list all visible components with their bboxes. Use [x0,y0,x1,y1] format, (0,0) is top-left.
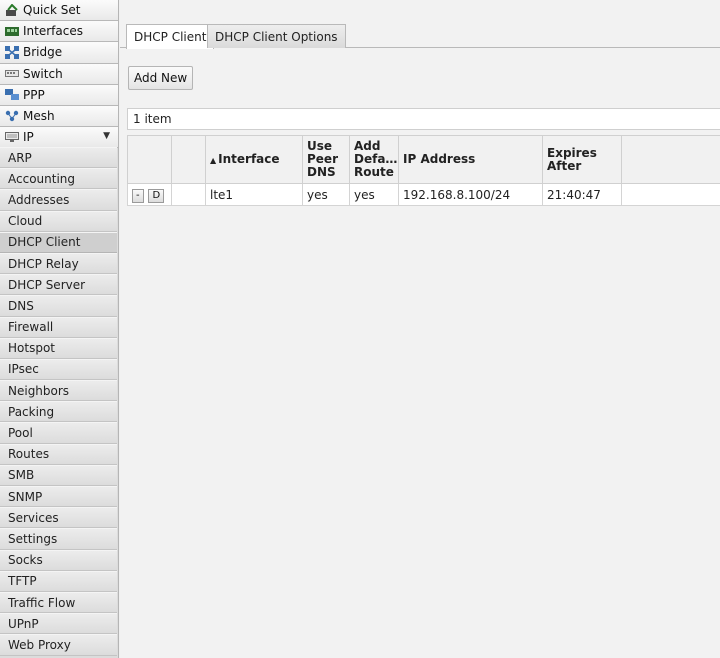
sidebar-item-traffic-flow[interactable]: Traffic Flow [0,591,117,614]
cell-filler [621,183,720,206]
column-header-add-default-route[interactable]: Add Defa… Route [349,135,399,184]
sidebar-item-mesh[interactable]: Mesh [0,105,118,128]
cell-ip-address: 192.168.8.100/24 [398,183,543,206]
sidebar-item-quick-set[interactable]: Quick Set [0,0,118,22]
sidebar-item-addresses[interactable]: Addresses [0,189,117,211]
chevron-down-icon[interactable]: ▼ [103,131,110,141]
cell-add-default-route: yes [349,183,399,206]
ppp-icon [4,88,19,101]
sidebar-item-label: Switch [23,66,63,81]
ip-submenu: ARP Accounting Addresses Cloud DHCP Clie… [0,147,117,656]
sidebar-item-label: Bridge [23,45,63,60]
item-count: 1 item [127,108,720,130]
sidebar-item-ip[interactable]: IP ▼ [0,127,118,149]
ip-icon [4,131,19,143]
sidebar-item-label: Mesh [23,109,55,124]
sidebar-item-smb[interactable]: SMB [0,464,117,486]
dhcp-client-table: ▲ Interface Use Peer DNS Add Defa… Route IP A… [127,135,720,206]
sort-ascending-icon: ▲ [210,155,217,165]
sidebar-item-services[interactable]: Services [0,507,117,529]
interfaces-icon [4,25,19,37]
mesh-icon [4,110,19,122]
column-header-interface[interactable]: ▲ Interface [205,135,303,184]
sidebar-item-ipsec[interactable]: IPsec [0,358,117,381]
dynamic-flag-button[interactable]: D [148,188,165,203]
tab-dhcp-client-options[interactable]: DHCP Client Options [207,24,346,48]
sidebar-item-dhcp-server[interactable]: DHCP Server [0,274,117,296]
sidebar-item-snmp[interactable]: SNMP [0,486,117,508]
sidebar-item-settings[interactable]: Settings [0,528,117,550]
row-flags-cell [171,183,206,206]
table-header-row: ▲ Interface Use Peer DNS Add Defa… Route IP A… [127,135,720,184]
column-header-filler [621,135,720,184]
main-panel: DHCP Client DHCP Client Options Add New … [120,0,720,658]
switch-icon [4,68,19,80]
sidebar-item-cloud[interactable]: Cloud [0,210,117,232]
sidebar: Quick Set Interfaces Bridge Switch PPP M… [0,0,119,658]
sidebar-item-label: Interfaces [23,24,83,39]
sidebar-item-neighbors[interactable]: Neighbors [0,380,117,402]
row-actions-cell: - D [127,183,172,206]
sidebar-item-dhcp-relay[interactable]: DHCP Relay [0,252,117,275]
sidebar-item-dns[interactable]: DNS [0,295,117,317]
sidebar-item-interfaces[interactable]: Interfaces [0,21,118,43]
sidebar-item-bridge[interactable]: Bridge [0,42,118,64]
sidebar-item-ppp[interactable]: PPP [0,84,118,106]
sidebar-item-label: PPP [23,87,45,102]
sidebar-item-firewall[interactable]: Firewall [0,316,117,338]
sidebar-item-accounting[interactable]: Accounting [0,168,117,190]
sidebar-item-web-proxy[interactable]: Web Proxy [0,634,117,656]
sidebar-item-socks[interactable]: Socks [0,549,117,571]
column-header-ip-address[interactable]: IP Address [398,135,543,184]
quick-set-icon [4,3,19,16]
table-row[interactable]: - D lte1 yes yes 192.168.8.100/24 21:40:… [127,183,720,206]
column-header-expires-after[interactable]: Expires After [542,135,622,184]
sidebar-item-label: IP [23,130,34,145]
remove-button[interactable]: - [132,188,144,203]
sidebar-item-hotspot[interactable]: Hotspot [0,337,117,359]
sidebar-item-pool[interactable]: Pool [0,422,117,444]
column-header-actions [127,135,172,184]
sidebar-item-label: Quick Set [23,3,81,18]
tab-dhcp-client[interactable]: DHCP Client [126,24,215,49]
column-header-flags [171,135,206,184]
tab-bar: DHCP Client DHCP Client Options [120,0,720,49]
cell-expires-after: 21:40:47 [542,183,622,206]
sidebar-item-tftp[interactable]: TFTP [0,570,117,592]
cell-interface: lte1 [205,183,303,206]
sidebar-item-packing[interactable]: Packing [0,401,117,423]
sidebar-item-routes[interactable]: Routes [0,443,117,465]
cell-use-peer-dns: yes [302,183,350,206]
sidebar-item-arp[interactable]: ARP [0,147,117,169]
sidebar-item-switch[interactable]: Switch [0,63,118,85]
column-header-use-peer-dns[interactable]: Use Peer DNS [302,135,350,184]
bridge-icon [4,45,19,59]
sidebar-item-dhcp-client[interactable]: DHCP Client [0,231,117,253]
add-new-button[interactable]: Add New [128,66,194,90]
sidebar-item-upnp[interactable]: UPnP [0,613,117,635]
